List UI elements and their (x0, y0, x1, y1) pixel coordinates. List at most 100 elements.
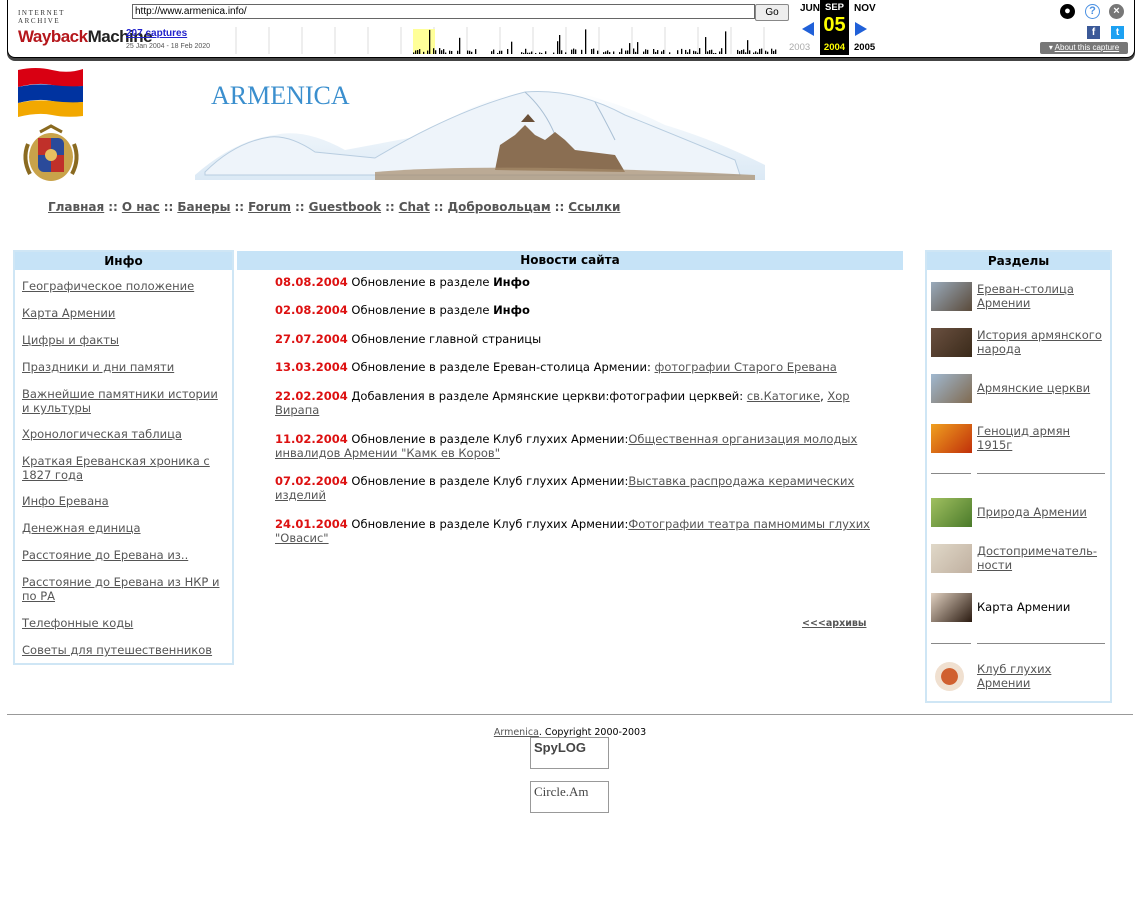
site-title: ARMENICA (211, 81, 350, 110)
news-link[interactable]: фотографии Старого Еревана (655, 360, 837, 374)
url-input[interactable]: http://www.armenica.info/ (132, 4, 755, 19)
capture-bar (535, 52, 537, 54)
help-icon[interactable]: ? (1085, 4, 1100, 19)
nav-link[interactable]: Guestbook (309, 200, 381, 214)
capture-bar (677, 50, 679, 54)
info-link[interactable]: Денежная единица (22, 521, 141, 535)
capture-bar (531, 51, 533, 54)
circle-counter-image[interactable]: Circle.Am (530, 781, 609, 813)
nav-link[interactable]: О нас (122, 200, 160, 214)
user-icon[interactable]: ● (1060, 4, 1075, 19)
capture-bar (629, 43, 631, 54)
close-icon[interactable]: × (1109, 4, 1124, 19)
facebook-icon[interactable]: f (1087, 26, 1100, 39)
section-thumbnail-image[interactable] (931, 328, 972, 357)
section-thumbnail-image[interactable] (931, 424, 972, 453)
capture-bar (499, 50, 501, 54)
info-link[interactable]: Краткая Ереванская хроника с 1827 года (22, 454, 210, 482)
nav-separator: :: (108, 200, 118, 214)
capture-bar (541, 52, 543, 54)
section-thumbnail-image[interactable] (931, 282, 972, 311)
info-item: Советы для путешественников (22, 643, 228, 657)
nav-link[interactable]: Forum (248, 200, 291, 214)
nav-link[interactable]: Ссылки (568, 200, 620, 214)
spylog-counter-image[interactable]: SpyLOG (530, 737, 609, 769)
news-date: 22.02.2004 (275, 389, 348, 403)
section-link[interactable]: Ереван-столица Армении (977, 282, 1074, 310)
prev-capture-arrow-icon[interactable] (802, 22, 814, 36)
info-link[interactable]: Расстояние до Еревана из НКР и по РА (22, 575, 219, 603)
capture-bar (565, 52, 567, 54)
info-link[interactable]: Важнейшие памятники истории и культуры (22, 387, 218, 415)
capture-bar (459, 37, 461, 54)
month-selected: SEP (824, 2, 844, 13)
selected-date: SEP 05 2004 (820, 0, 849, 55)
month-next[interactable]: NOV (854, 3, 876, 14)
section-thumbnail-image[interactable] (935, 662, 964, 691)
section-thumbnail-image[interactable] (931, 593, 972, 622)
section-link[interactable]: Природа Армении (977, 505, 1087, 519)
capture-bar (417, 50, 419, 54)
twitter-icon[interactable]: t (1111, 26, 1124, 39)
capture-bar (775, 49, 777, 54)
nav-separator: :: (234, 200, 245, 214)
info-link[interactable]: Расстояние до Еревана из.. (22, 548, 188, 562)
info-link[interactable]: Цифры и факты (22, 333, 119, 347)
section-thumbnail-image[interactable] (931, 374, 972, 403)
capture-bar (557, 41, 559, 54)
info-link[interactable]: Хронологическая таблица (22, 427, 182, 441)
section-link[interactable]: Геноцид армян 1915г (977, 424, 1070, 452)
footer-divider (7, 714, 1133, 715)
capture-bar (429, 29, 431, 54)
nav-link[interactable]: Главная (48, 200, 104, 214)
info-item: Карта Армении (22, 306, 228, 320)
capture-bar (743, 49, 745, 54)
capture-bar (423, 51, 425, 54)
capture-bar (449, 50, 451, 54)
news-link[interactable]: св.Катогике (747, 389, 820, 403)
capture-bar (653, 48, 655, 54)
news-date: 07.02.2004 (275, 474, 348, 488)
section-link[interactable]: История армянского народа (977, 328, 1102, 356)
circle-alt: Circle.Am (534, 784, 589, 799)
capture-bar (709, 50, 711, 54)
capture-bar (553, 52, 555, 54)
capture-bar (603, 52, 605, 54)
nav-link[interactable]: Банеры (177, 200, 230, 214)
info-link[interactable]: Географическое положение (22, 279, 194, 293)
month-prev[interactable]: JUN (800, 3, 820, 14)
next-capture-arrow-icon[interactable] (855, 22, 867, 36)
nav-separator: :: (295, 200, 305, 214)
capture-bar (773, 50, 775, 54)
capture-bar (657, 50, 659, 54)
archive-link[interactable]: <<<архивы (802, 618, 866, 629)
nav-link[interactable]: Chat (399, 200, 430, 214)
capture-bar (591, 49, 593, 54)
capture-bar (501, 50, 503, 54)
info-link[interactable]: Инфо Еревана (22, 494, 109, 508)
section-link[interactable]: Армянские церкви (977, 381, 1090, 395)
section-thumbnail-image[interactable] (931, 544, 972, 573)
capture-sparkline[interactable] (228, 27, 788, 54)
info-link[interactable]: Телефонные коды (22, 616, 133, 630)
info-link[interactable]: Карта Армении (22, 306, 115, 320)
spylog-alt: SpyLOG (534, 740, 587, 755)
info-link[interactable]: Праздники и дни памяти (22, 360, 174, 374)
year-prev[interactable]: 2003 (789, 42, 810, 53)
capture-bar (593, 48, 595, 54)
year-next[interactable]: 2005 (854, 42, 875, 53)
go-button[interactable]: Go (755, 4, 789, 21)
capture-bar (715, 52, 717, 54)
section-link[interactable]: Достопримечатель-ности (977, 544, 1097, 572)
news-item: 27.07.2004 Обновление главной страницы (275, 332, 875, 346)
day-selected: 05 (823, 14, 846, 36)
section-link[interactable]: Клуб глухих Армении (977, 662, 1051, 690)
capture-bar (645, 49, 647, 54)
about-capture-button[interactable]: ▾ About this capture (1040, 42, 1128, 54)
captures-link[interactable]: 207 captures (126, 28, 187, 39)
nav-link[interactable]: Добровольцам (447, 200, 550, 214)
info-link[interactable]: Советы для путешественников (22, 643, 212, 657)
capture-bar (755, 51, 757, 54)
section-thumbnail-image[interactable] (931, 498, 972, 527)
wayback-logo[interactable]: INTERNET ARCHIVE WaybackMachine (18, 9, 153, 46)
